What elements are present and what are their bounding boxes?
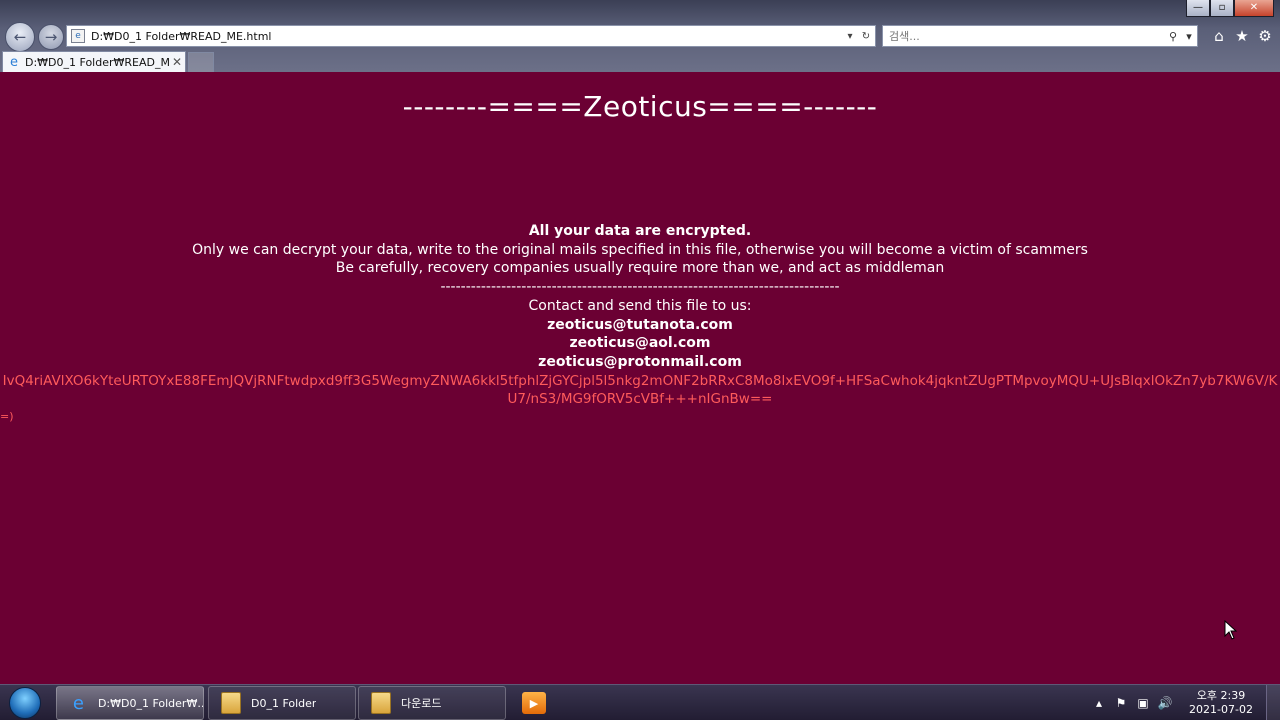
taskbar-item-downloads[interactable]: 다운로드 <box>358 686 506 720</box>
home-icon[interactable]: ⌂ <box>1209 26 1229 46</box>
notice-line-1: Only we can decrypt your data, write to … <box>192 241 1088 258</box>
close-window-button[interactable]: ✕ <box>1234 0 1274 17</box>
taskbar: e D:₩D0_1 Folder₩... D0_1 Folder 다운로드 ▶ … <box>0 684 1280 720</box>
address-bar[interactable]: e D:₩D0_1 Folder₩READ_ME.html ▾ ↻ <box>66 25 876 47</box>
ransom-notice: All your data are encrypted. Only we can… <box>0 222 1280 372</box>
network-icon[interactable]: ▣ <box>1132 696 1154 710</box>
window-controls: — ▫ ✕ <box>1186 0 1274 18</box>
search-icon[interactable]: ⚲ <box>1165 30 1181 43</box>
email-3: zeoticus@protonmail.com <box>538 353 742 370</box>
clock-date: 2021-07-02 <box>1189 703 1253 716</box>
volume-icon[interactable]: 🔊 <box>1154 696 1176 710</box>
headline: All your data are encrypted. <box>528 223 752 239</box>
search-box[interactable]: ⚲ ▾ <box>882 25 1198 47</box>
forward-arrow-icon: → <box>44 28 58 46</box>
search-input[interactable] <box>883 29 1165 43</box>
tab-read-me[interactable]: e D:₩D0_1 Folder₩READ_M... ✕ <box>2 51 186 72</box>
folder-icon <box>219 691 243 715</box>
address-url[interactable]: D:₩D0_1 Folder₩READ_ME.html <box>91 30 843 43</box>
ie-icon: e <box>72 692 84 714</box>
page-title: --------====Zeoticus====------- <box>402 90 878 123</box>
page-icon: e <box>71 29 85 43</box>
notice-line-2: Be carefully, recovery companies usually… <box>335 260 945 277</box>
show-desktop-button[interactable] <box>1266 685 1280 720</box>
system-tray: ▴ ⚑ ▣ 🔊 오후 2:39 2021-07-02 <box>1088 685 1280 720</box>
download-folder-icon <box>369 691 393 715</box>
minimize-button[interactable]: — <box>1186 0 1210 17</box>
ie-favicon-icon: e <box>10 54 18 70</box>
refresh-icon[interactable]: ↻ <box>859 31 873 42</box>
email-1: zeoticus@tutanota.com <box>547 316 733 333</box>
clock[interactable]: 오후 2:39 2021-07-02 <box>1182 689 1260 717</box>
smiley-text: =) <box>0 410 14 423</box>
taskbar-item-label: D:₩D0_1 Folder₩... <box>97 696 203 710</box>
action-center-flag-icon[interactable]: ⚑ <box>1110 696 1132 710</box>
tab-label: D:₩D0_1 Folder₩READ_M... <box>25 55 169 69</box>
close-tab-icon[interactable]: ✕ <box>169 55 185 69</box>
separator: ----------------------------------------… <box>440 279 840 296</box>
search-dropdown-icon[interactable]: ▾ <box>1181 30 1197 43</box>
windows-logo-icon <box>9 687 41 719</box>
dropdown-arrow-icon[interactable]: ▾ <box>843 31 857 42</box>
encryption-key: IvQ4riAVlXO6kYteURTOYxE88FEmJQVjRNFtwdpx… <box>2 373 1278 407</box>
gear-icon[interactable]: ⚙ <box>1255 26 1275 46</box>
forward-button[interactable]: → <box>38 24 64 50</box>
new-tab-button[interactable] <box>188 52 214 72</box>
page-content: --------====Zeoticus====------- All your… <box>0 72 1280 684</box>
taskbar-item-folder[interactable]: D0_1 Folder <box>208 686 356 720</box>
show-hidden-icons-icon[interactable]: ▴ <box>1088 696 1110 710</box>
mouse-cursor-icon <box>1224 620 1238 640</box>
back-button[interactable]: ← <box>5 22 35 52</box>
maximize-button[interactable]: ▫ <box>1210 0 1234 17</box>
browser-chrome: — ▫ ✕ ← → e D:₩D0_1 Folder₩READ_ME.html … <box>0 0 1280 72</box>
media-player-icon: ▶ <box>522 692 546 714</box>
contact-label: Contact and send this file to us: <box>528 297 752 314</box>
favorites-star-icon[interactable]: ★ <box>1232 26 1252 46</box>
back-arrow-icon: ← <box>13 28 27 46</box>
media-player-button[interactable]: ▶ <box>520 690 548 716</box>
taskbar-item-label: D0_1 Folder <box>251 696 317 710</box>
clock-time: 오후 2:39 <box>1196 689 1246 702</box>
start-button[interactable] <box>6 685 44 720</box>
taskbar-item-browser[interactable]: e D:₩D0_1 Folder₩... <box>56 686 204 720</box>
email-2: zeoticus@aol.com <box>569 335 711 352</box>
taskbar-item-label: 다운로드 <box>401 697 442 710</box>
